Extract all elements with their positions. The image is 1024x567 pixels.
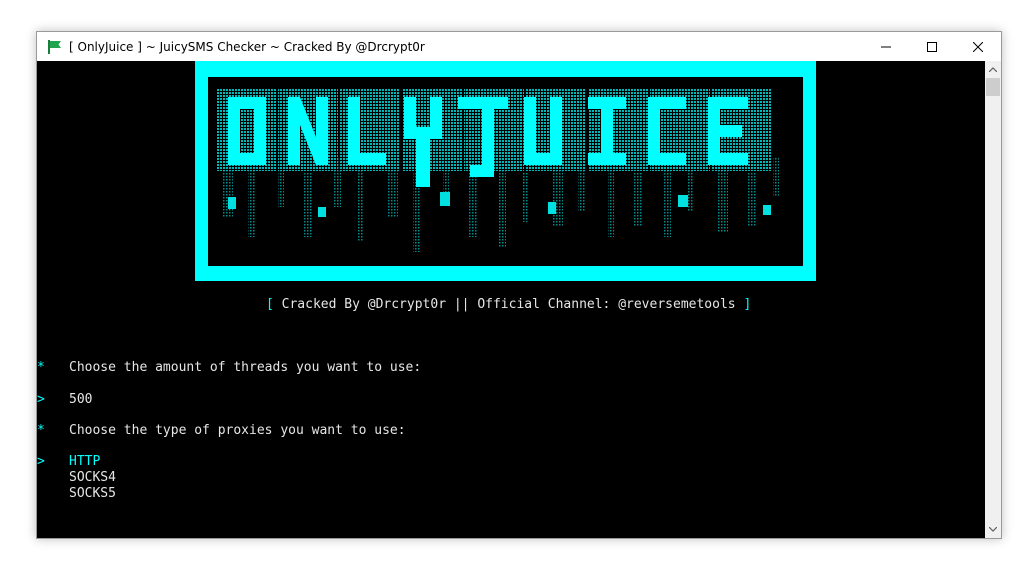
threads-value: 500 <box>69 392 93 407</box>
maximize-button[interactable] <box>909 32 955 61</box>
close-button[interactable] <box>955 32 1001 61</box>
credits-text: Cracked By @Drcrypt0r || Official Channe… <box>281 297 736 312</box>
flag-app-icon <box>47 39 63 55</box>
minimize-button[interactable] <box>863 32 909 61</box>
proxy-option-socks4[interactable]: SOCKS4 <box>69 470 116 485</box>
proxy-option-socks5[interactable]: SOCKS5 <box>69 486 116 501</box>
scroll-thumb[interactable] <box>986 78 1000 96</box>
chevron-down-icon <box>989 527 997 532</box>
minimize-icon <box>881 46 891 47</box>
prompt-marker: * <box>37 423 45 438</box>
window-title: [ OnlyJuice ] ~ JuicySMS Checker ~ Crack… <box>69 39 425 54</box>
console-window: [ OnlyJuice ] ~ JuicySMS Checker ~ Crack… <box>36 31 1002 539</box>
title-bar[interactable]: [ OnlyJuice ] ~ JuicySMS Checker ~ Crack… <box>37 32 1001 61</box>
console-output[interactable]: [ Cracked By @Drcrypt0r || Official Chan… <box>37 61 986 538</box>
selection-marker: > <box>37 454 45 469</box>
maximize-icon <box>927 41 937 52</box>
scroll-up-button[interactable] <box>985 61 1001 78</box>
chevron-up-icon <box>989 67 997 72</box>
close-icon <box>973 41 983 52</box>
prompt-marker: * <box>37 360 45 375</box>
scroll-down-button[interactable] <box>985 521 1001 538</box>
logo-art <box>216 89 779 252</box>
input-marker: > <box>37 392 45 407</box>
threads-prompt: Choose the amount of threads you want to… <box>69 360 422 375</box>
ascii-logo-banner <box>195 61 816 281</box>
proxy-option-http[interactable]: HTTP <box>69 454 100 469</box>
proxy-type-prompt: Choose the type of proxies you want to u… <box>69 423 406 438</box>
vertical-scrollbar[interactable] <box>985 61 1001 538</box>
credits-line: [ Cracked By @Drcrypt0r || Official Chan… <box>266 297 752 312</box>
